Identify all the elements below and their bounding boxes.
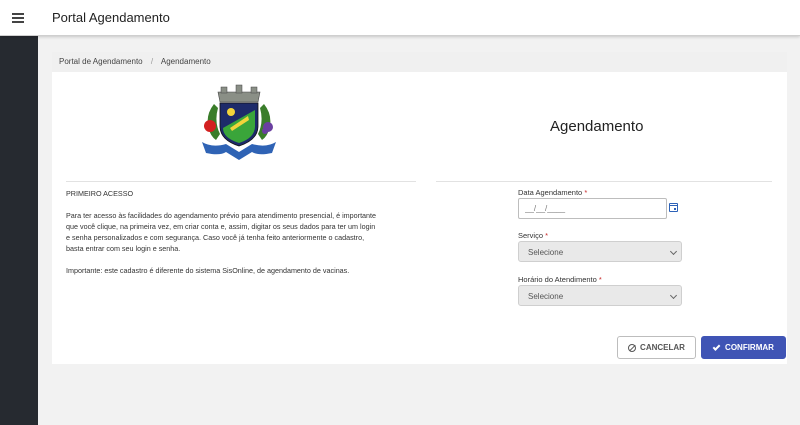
- required-marker: *: [545, 231, 549, 240]
- check-icon: [712, 342, 721, 351]
- calendar-icon[interactable]: [669, 203, 678, 212]
- breadcrumb-item-current: Agendamento: [160, 57, 211, 66]
- info-paragraph-line-1: Para ter acesso às facilidades do agenda…: [66, 211, 377, 220]
- time-select[interactable]: Selecione: [518, 285, 682, 306]
- chevron-down-icon: [669, 291, 678, 300]
- date-input[interactable]: [518, 198, 667, 219]
- required-marker: *: [584, 188, 588, 197]
- divider-left: [66, 181, 416, 182]
- service-select[interactable]: Selecione: [518, 241, 682, 262]
- breadcrumb: Portal de Agendamento / Agendamento: [52, 52, 787, 72]
- info-heading: PRIMEIRO ACESSO: [66, 189, 134, 198]
- info-note: Importante: este cadastro é diferente do…: [66, 266, 350, 275]
- time-label: Horário do Atendimento *: [518, 275, 602, 284]
- hamburger-menu-icon[interactable]: [12, 13, 24, 23]
- info-paragraph-line-2: que você clique, na primeira vez, em cri…: [66, 222, 376, 231]
- time-select-value: Selecione: [528, 292, 564, 301]
- breadcrumb-item-portal[interactable]: Portal de Agendamento: [59, 57, 143, 66]
- cancel-icon: [628, 343, 637, 352]
- date-label-text: Data Agendamento: [518, 188, 583, 197]
- sidebar: [0, 36, 38, 425]
- coat-of-arms-icon: [202, 84, 276, 160]
- required-marker: *: [598, 275, 602, 284]
- page-title: Agendamento: [550, 118, 644, 135]
- breadcrumb-separator: /: [150, 57, 154, 66]
- info-paragraph-line-4: basta entrar com seu login e senha.: [66, 244, 181, 253]
- confirm-button[interactable]: CONFIRMAR: [701, 336, 786, 359]
- cancel-button-label: CANCELAR: [640, 343, 685, 352]
- service-label: Serviço *: [518, 231, 548, 240]
- service-select-value: Selecione: [528, 248, 564, 257]
- info-paragraph-line-3: e senha personalizados e com segurança. …: [66, 233, 365, 242]
- content-card: Portal de Agendamento / Agendamento Agen…: [52, 52, 787, 364]
- top-app-bar: Portal Agendamento: [0, 0, 800, 36]
- confirm-button-label: CONFIRMAR: [725, 343, 774, 352]
- app-title: Portal Agendamento: [52, 10, 170, 25]
- time-label-text: Horário do Atendimento: [518, 275, 597, 284]
- chevron-down-icon: [669, 247, 678, 256]
- cancel-button[interactable]: CANCELAR: [617, 336, 696, 359]
- date-label: Data Agendamento *: [518, 188, 587, 197]
- divider-right: [436, 181, 772, 182]
- service-label-text: Serviço: [518, 231, 544, 240]
